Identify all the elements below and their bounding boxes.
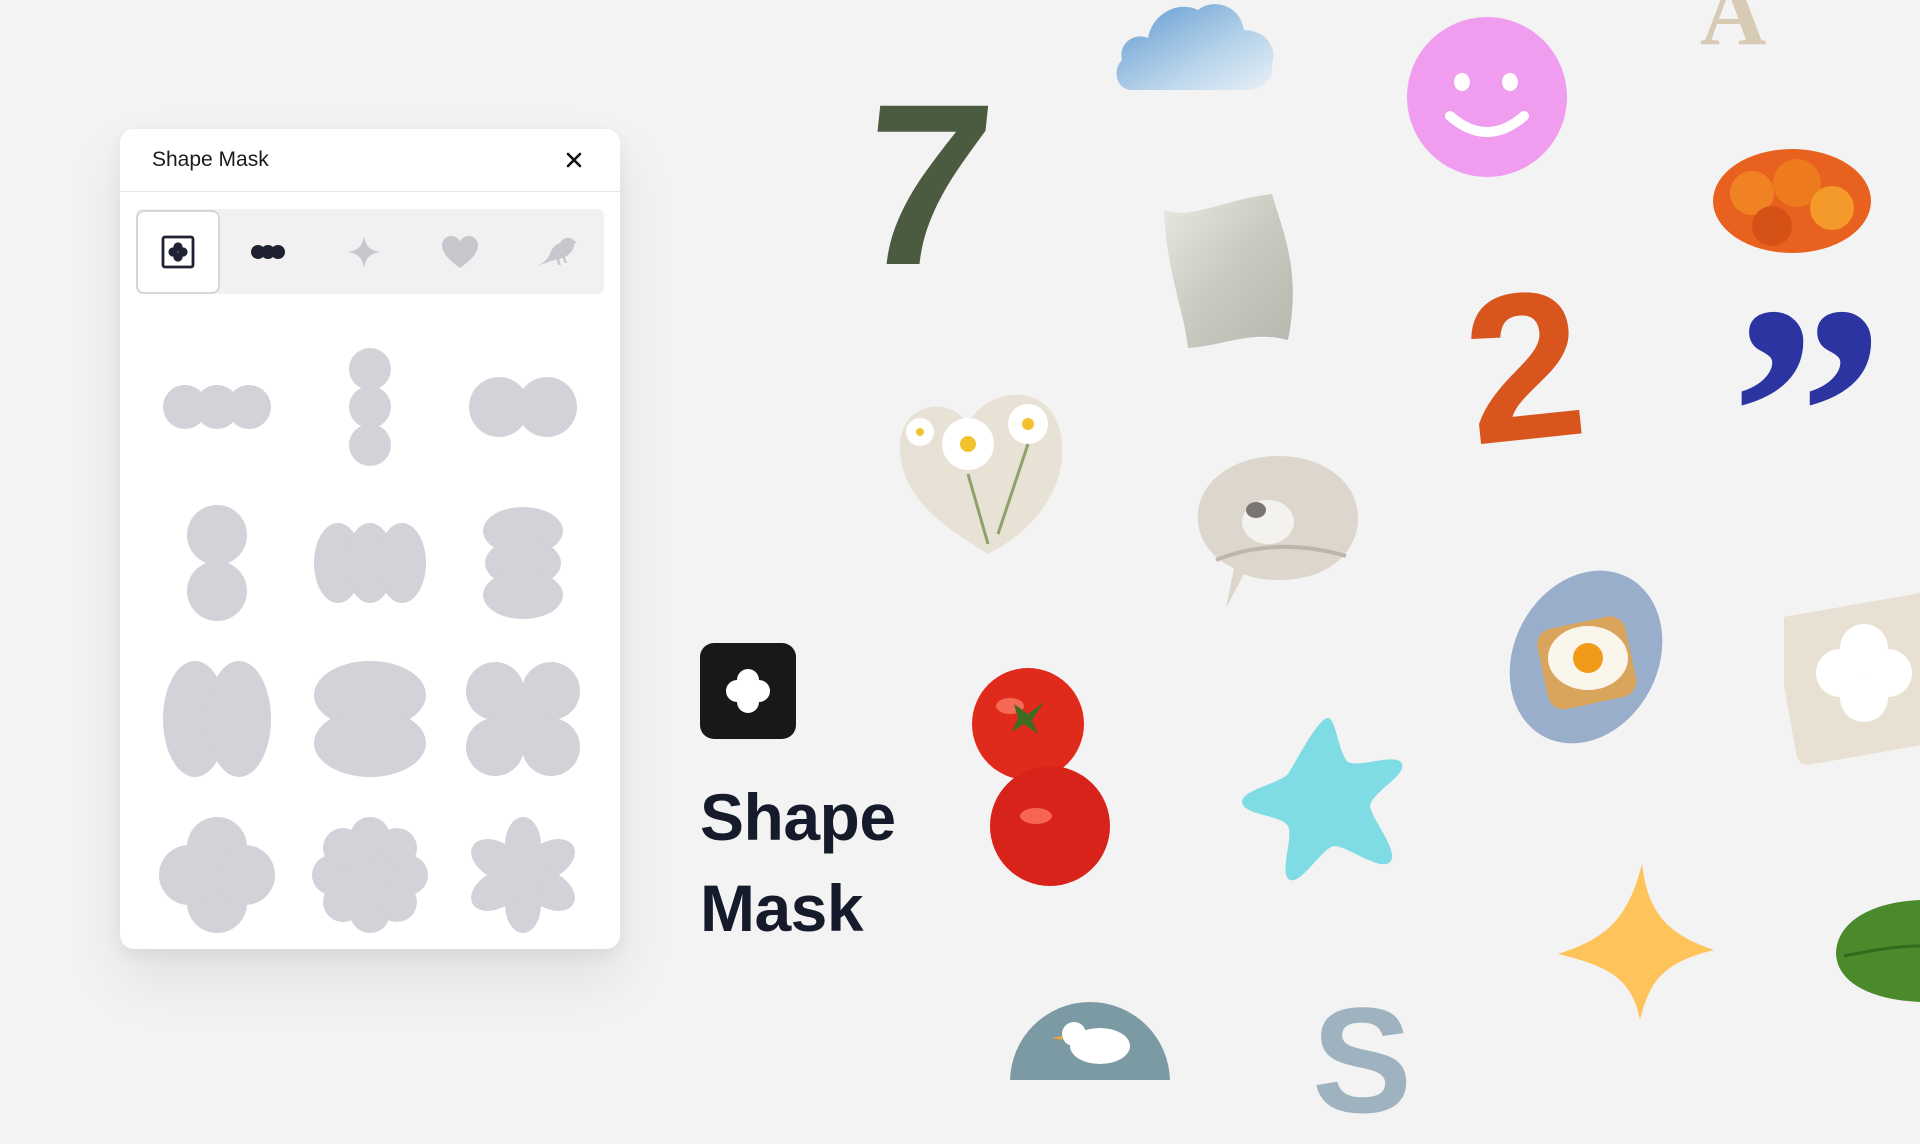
- two-circles-horizontal-shape: [468, 377, 577, 437]
- tab-hearts[interactable]: [412, 209, 508, 294]
- shape-option[interactable]: [446, 329, 599, 485]
- oranges-oval-shape: [1713, 149, 1871, 253]
- letter-s-water-shape: S: [1312, 976, 1413, 1144]
- three-circles-vertical-shape: [348, 348, 391, 466]
- duck-circle-shape: [1010, 1002, 1170, 1080]
- tab-animals[interactable]: [508, 209, 604, 294]
- shape-option[interactable]: [446, 485, 599, 641]
- three-blobs-horizontal-shape: [313, 523, 426, 603]
- six-petal-flower-shape: [470, 817, 575, 933]
- tab-sparkles[interactable]: [316, 209, 412, 294]
- number-two-stripes-shape: 2: [1453, 243, 1595, 490]
- cloth-wave-shape: [1164, 194, 1293, 348]
- stacked-blobs-shape: [482, 507, 563, 619]
- close-icon: [566, 152, 582, 168]
- shape-option[interactable]: [293, 329, 446, 485]
- four-leaf-clover-shape: [158, 817, 275, 933]
- shape-option[interactable]: [140, 485, 293, 641]
- cloud-sky-shape: [1116, 4, 1274, 90]
- shape-option[interactable]: [293, 641, 446, 797]
- bird-icon: [536, 237, 577, 267]
- shape-option[interactable]: [446, 641, 599, 797]
- speech-bubble-cat-shape: [1197, 456, 1358, 608]
- two-ovals-horizontal-shape: [162, 661, 271, 777]
- cyan-star-shape: [1242, 718, 1403, 881]
- three-circles-horizontal-shape: [162, 385, 271, 429]
- number-seven-flowers-shape: 7: [848, 56, 1004, 313]
- shape-option[interactable]: [293, 485, 446, 641]
- app-logo: [700, 643, 796, 739]
- egg-toast-oval-shape: [1509, 570, 1663, 744]
- yellow-sparkle-shape: [1558, 864, 1714, 1020]
- heart-icon: [442, 235, 478, 268]
- scalloped-flower-shape: [311, 817, 428, 933]
- shape-option[interactable]: [293, 797, 446, 949]
- three-dots-shape-icon: [251, 244, 285, 259]
- panel-header: Shape Mask: [120, 129, 620, 192]
- tab-dots[interactable]: [220, 209, 316, 294]
- panel-title: Shape Mask: [152, 148, 269, 171]
- tab-shapes[interactable]: [136, 209, 220, 294]
- shape-mask-panel: Shape Mask: [120, 129, 620, 949]
- two-ovals-vertical-shape: [313, 661, 426, 777]
- smiley-face-shape: [1407, 17, 1567, 177]
- brand-line-1: Shape: [700, 780, 896, 854]
- brand-line-2: Mask: [700, 871, 864, 945]
- tomato-eight-shape: [972, 668, 1110, 886]
- shape-option[interactable]: [446, 797, 599, 949]
- letter-a-shape: A: [1700, 0, 1767, 64]
- daisy-heart-shape: [899, 394, 1063, 554]
- close-button[interactable]: [560, 146, 588, 174]
- shape-option[interactable]: [140, 641, 293, 797]
- shape-option[interactable]: [140, 797, 293, 949]
- shape-option[interactable]: [140, 329, 293, 485]
- shape-mask-icon: [161, 235, 195, 268]
- four-circles-x-shape: [465, 662, 580, 776]
- clover-logo-icon: [726, 669, 770, 713]
- two-circles-vertical-shape: [186, 505, 247, 621]
- closing-quote-shape: ”: [1730, 243, 1885, 586]
- sparkle-icon: [348, 235, 380, 268]
- shape-grid: [140, 329, 600, 949]
- clover-photo-card-shape: [1784, 593, 1920, 765]
- green-leaf-shape: [1836, 900, 1920, 1002]
- category-tabs: [136, 209, 604, 294]
- brand-title: Shape Mask: [700, 772, 896, 954]
